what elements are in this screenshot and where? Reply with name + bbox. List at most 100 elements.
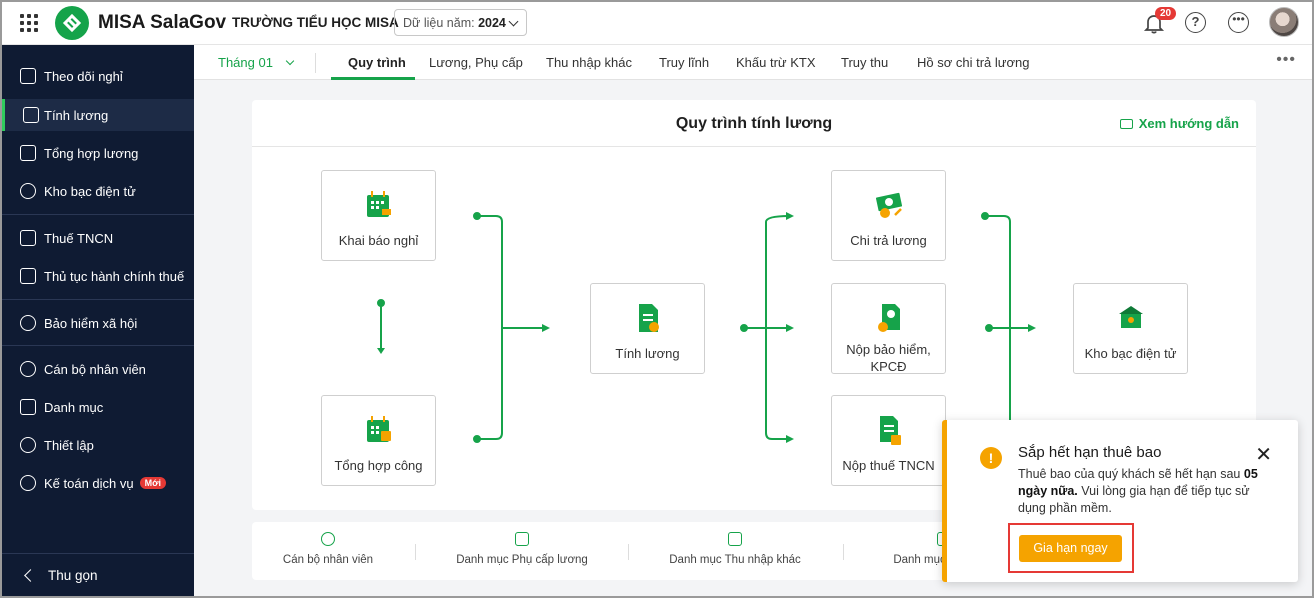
tab-divider (315, 53, 316, 73)
step-kho-bac[interactable]: Kho bạc điện tử (1073, 283, 1188, 374)
calendar-icon (20, 68, 36, 84)
compass-icon (20, 475, 36, 491)
people-icon (20, 361, 36, 377)
tax-doc-step-icon (879, 416, 901, 445)
gear-icon (20, 437, 36, 453)
sidebar-divider (2, 214, 194, 215)
subscription-expiry-toast: ! Sắp hết hạn thuê bao ✕ Thuê bao của qu… (942, 420, 1298, 582)
payroll-doc-step-icon (638, 304, 659, 332)
sidebar-item-label: Tổng hợp lương (44, 145, 139, 161)
sidebar-item-label: Cán bộ nhân viên (44, 361, 146, 377)
sidebar-item-can-bo[interactable]: Cán bộ nhân viên (2, 353, 194, 385)
sidebar-item-danh-muc[interactable]: Danh mục (2, 391, 194, 423)
document-plus-icon (20, 268, 36, 284)
year-select-value: 2024 (478, 16, 506, 30)
sidebar-item-kho-bac[interactable]: Kho bạc điện tử (2, 175, 194, 207)
tab-bar: Tháng 01 Quy trình Lương, Phụ cấp Thu nh… (194, 45, 1312, 80)
tab-thu-nhap-khac[interactable]: Thu nhập khác (546, 55, 632, 70)
chevron-down-icon (285, 56, 294, 66)
top-bar: MISA SalaGov TRƯỜNG TIỂU HỌC MISA Dữ liệ… (2, 2, 1312, 45)
step-label: Tính lương (615, 346, 680, 361)
salary-doc-icon (23, 107, 39, 123)
sidebar-item-label: Theo dõi nghỉ (44, 68, 123, 84)
active-tab-indicator (331, 77, 415, 80)
toast-title: Sắp hết hạn thuê bao (1018, 444, 1162, 461)
step-label: Tổng hợp công (334, 458, 423, 473)
brand-name: MISA SalaGov (98, 12, 227, 33)
step-label-line2: KPCĐ (870, 359, 907, 374)
sidebar-item-thue-tncn[interactable]: Thuế TNCN (2, 222, 194, 254)
sidebar-item-tong-hop-luong[interactable]: Tổng hợp lương (2, 137, 194, 169)
collapse-label: Thu gọn (48, 568, 98, 583)
renew-now-button[interactable]: Gia hạn ngay (1019, 535, 1122, 562)
step-label: Kho bạc điện tử (1084, 346, 1177, 361)
collapse-sidebar-button[interactable]: Thu gọn (2, 553, 194, 596)
tab-quy-trinh[interactable]: Quy trình (348, 55, 406, 70)
sidebar-item-label: Bảo hiểm xã hội (44, 315, 138, 331)
sidebar-item-label: Thuế TNCN (44, 230, 114, 246)
shortcut-label: Cán bộ nhân viên (282, 554, 374, 566)
step-label: Nộp thuế TNCN (842, 458, 935, 473)
user-avatar[interactable] (1269, 7, 1299, 37)
more-tabs-icon[interactable]: ••• (1276, 51, 1296, 69)
year-select-label: Dữ liệu năm: (403, 16, 475, 30)
misa-logo-icon (55, 6, 89, 40)
sidebar: Theo dõi nghỉ Tính lương Tổng hợp lương … (2, 45, 194, 596)
timesheet-step-icon (366, 416, 391, 442)
chevron-down-icon (508, 16, 519, 27)
shortcut-danh-muc-thu-nhap[interactable]: Danh mục Thu nhập khác (655, 532, 815, 566)
more-options-icon[interactable]: ••• (1228, 12, 1249, 33)
tax-icon (20, 230, 36, 246)
sidebar-item-label: Kế toán dịch vụ (44, 475, 134, 491)
school-name: TRƯỜNG TIỂU HỌC MISA (232, 15, 399, 30)
income-doc-icon (728, 532, 742, 546)
app-window: MISA SalaGov TRƯỜNG TIỂU HỌC MISA Dữ liệ… (0, 0, 1314, 598)
shortcut-label: Danh mục Thu nhập khác (669, 554, 801, 566)
help-icon[interactable]: ? (1185, 12, 1206, 33)
step-chi-tra-luong[interactable]: Chi trả lương (831, 170, 946, 261)
step-label: Nộp bảo hiểm, KPCĐ (832, 341, 945, 375)
toast-message-line1: Thuê bao của quý khách sẽ hết hạn sau (1018, 467, 1241, 481)
sidebar-item-bao-hiem[interactable]: Bảo hiểm xã hội (2, 307, 194, 339)
sidebar-item-theo-doi-nghi[interactable]: Theo dõi nghỉ (2, 60, 194, 92)
calendar-step-icon (366, 191, 391, 217)
shortcut-label: Danh mục Phụ cấp lương (456, 554, 588, 566)
sidebar-item-thu-tuc-thue[interactable]: Thủ tục hành chính thuế (2, 260, 194, 292)
sidebar-item-tinh-luong[interactable]: Tính lương (2, 99, 194, 131)
step-nop-bao-hiem[interactable]: Nộp bảo hiểm, KPCĐ (831, 283, 946, 374)
step-tinh-luong[interactable]: Tính lương (590, 283, 705, 374)
tab-ho-so-chi-tra[interactable]: Hồ sơ chi trả lương (917, 55, 1029, 70)
sidebar-divider (2, 345, 194, 346)
year-select[interactable]: Dữ liệu năm: 2024 (394, 9, 527, 36)
highlight-frame: Gia hạn ngay (1008, 523, 1134, 573)
step-nop-thue-tncn[interactable]: Nộp thuế TNCN (831, 395, 946, 486)
step-khai-bao-nghi[interactable]: Khai báo nghỉ (321, 170, 436, 261)
tab-truy-linh[interactable]: Truy lĩnh (659, 55, 709, 70)
step-label-line1: Nộp bảo hiểm, (846, 342, 931, 357)
app-launcher-icon[interactable] (20, 14, 38, 32)
sidebar-item-thiet-lap[interactable]: Thiết lập (2, 429, 194, 461)
close-icon[interactable]: ✕ (1255, 442, 1272, 467)
money-payout-step-icon (875, 192, 902, 218)
notification-count-badge: 20 (1155, 7, 1177, 20)
sidebar-divider (2, 299, 194, 300)
list-icon (20, 399, 36, 415)
shortcut-danh-muc-phu-cap[interactable]: Danh mục Phụ cấp lương (442, 532, 602, 566)
treasury-icon (20, 183, 36, 199)
tab-khau-tru-ktx[interactable]: Khấu trừ KTX (736, 55, 816, 70)
chevron-left-icon (24, 569, 37, 582)
insurance-payment-step-icon (877, 304, 900, 332)
shield-icon (20, 315, 36, 331)
sidebar-item-ke-toan-dich-vu[interactable]: Kế toán dịch vụ Mới (2, 467, 194, 499)
shortcut-can-bo[interactable]: Cán bộ nhân viên (248, 532, 408, 566)
people-icon (321, 532, 335, 546)
step-label: Khai báo nghỉ (338, 233, 419, 248)
step-tong-hop-cong[interactable]: Tổng hợp công (321, 395, 436, 486)
clipboard-icon (20, 145, 36, 161)
toast-message: Thuê bao của quý khách sẽ hết hạn sau 05… (1018, 466, 1278, 517)
month-select-value: Tháng 01 (218, 55, 273, 70)
month-select[interactable]: Tháng 01 (218, 55, 294, 70)
warning-icon: ! (980, 447, 1002, 469)
tab-luong-phu-cap[interactable]: Lương, Phụ cấp (429, 55, 523, 70)
tab-truy-thu[interactable]: Truy thu (841, 55, 888, 70)
